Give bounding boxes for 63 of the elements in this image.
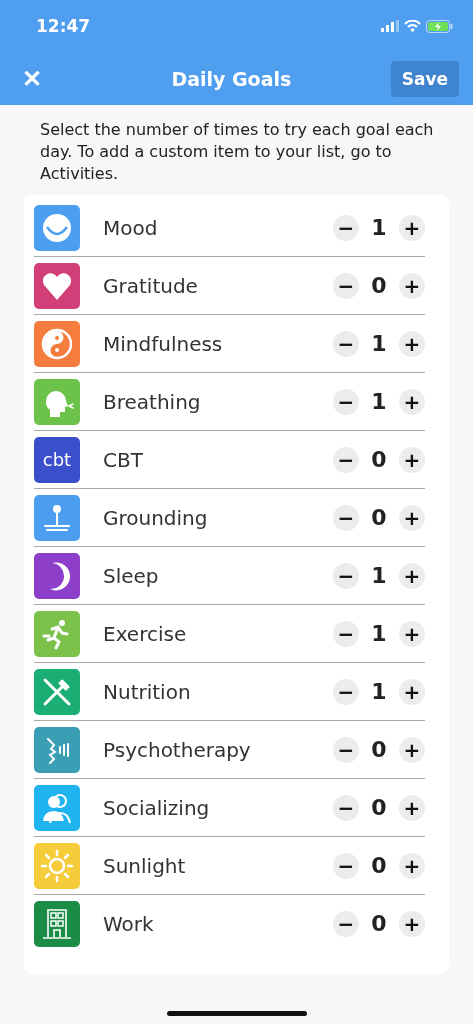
goal-name: Breathing <box>103 389 202 414</box>
sun-icon <box>40 848 74 883</box>
decrement-button[interactable]: − <box>333 272 359 299</box>
icon-label: cbt <box>42 449 72 470</box>
goal-name: Mood <box>103 215 159 240</box>
save-button[interactable]: Save <box>390 60 459 97</box>
increment-button[interactable]: + <box>399 736 425 763</box>
goal-name: Grounding <box>103 505 209 530</box>
decrement-button[interactable]: − <box>333 504 359 531</box>
increment-button[interactable]: + <box>399 852 425 879</box>
decrement-button[interactable]: − <box>333 330 359 357</box>
goal-count: 1 <box>370 563 388 588</box>
decrement-button[interactable]: − <box>333 388 359 415</box>
increment-button[interactable]: + <box>399 330 425 357</box>
increment-button[interactable]: + <box>399 214 425 241</box>
goal-count: 1 <box>370 389 388 414</box>
goal-name: Gratitude <box>103 273 199 298</box>
decrement-button[interactable]: − <box>333 678 359 705</box>
goal-count: 1 <box>370 621 388 646</box>
goal-name: CBT <box>103 447 144 472</box>
building-icon <box>40 906 74 941</box>
screen-title: Daily Goals <box>171 67 292 90</box>
clock-time: 12:47 <box>36 16 91 36</box>
decrement-button[interactable]: − <box>333 910 359 937</box>
goal-count: 0 <box>370 737 388 762</box>
goal-name: Psychotherapy <box>103 737 252 762</box>
increment-button[interactable]: + <box>399 794 425 821</box>
decrement-button[interactable]: − <box>333 620 359 647</box>
instructions-text: Select the number of times to try each goal each day. To add a custom item to your list, go to Activities. <box>40 119 435 185</box>
increment-button[interactable]: + <box>399 678 425 705</box>
decrement-button[interactable]: − <box>333 446 359 473</box>
decrement-button[interactable]: − <box>333 562 359 589</box>
increment-button[interactable]: + <box>399 562 425 589</box>
goal-name: Socializing <box>103 795 211 820</box>
goal-count: 0 <box>370 273 388 298</box>
goal-count: 0 <box>370 911 388 936</box>
decrement-button[interactable]: − <box>333 736 359 763</box>
goal-name: Sleep <box>103 563 160 588</box>
battery-icon <box>426 19 453 33</box>
wifi-icon <box>404 20 421 32</box>
signal-icon <box>381 20 399 32</box>
goal-name: Mindfulness <box>103 331 224 356</box>
increment-button[interactable]: + <box>399 272 425 299</box>
goal-count: 1 <box>370 215 388 240</box>
increment-button[interactable]: + <box>399 446 425 473</box>
goal-name: Work <box>103 911 155 936</box>
increment-button[interactable]: + <box>399 388 425 415</box>
goal-name: Sunlight <box>103 853 187 878</box>
goal-count: 0 <box>370 795 388 820</box>
yin-yang-icon <box>40 326 74 361</box>
goal-count: 0 <box>370 853 388 878</box>
goal-name: Nutrition <box>103 679 192 704</box>
goal-name: Exercise <box>103 621 188 646</box>
goal-count: 0 <box>370 505 388 530</box>
increment-button[interactable]: + <box>399 504 425 531</box>
decrement-button[interactable]: − <box>333 852 359 879</box>
goal-count: 1 <box>370 679 388 704</box>
goal-count: 0 <box>370 447 388 472</box>
increment-button[interactable]: + <box>399 910 425 937</box>
decrement-button[interactable]: − <box>333 794 359 821</box>
decrement-button[interactable]: − <box>333 214 359 241</box>
increment-button[interactable]: + <box>399 620 425 647</box>
goal-count: 1 <box>370 331 388 356</box>
